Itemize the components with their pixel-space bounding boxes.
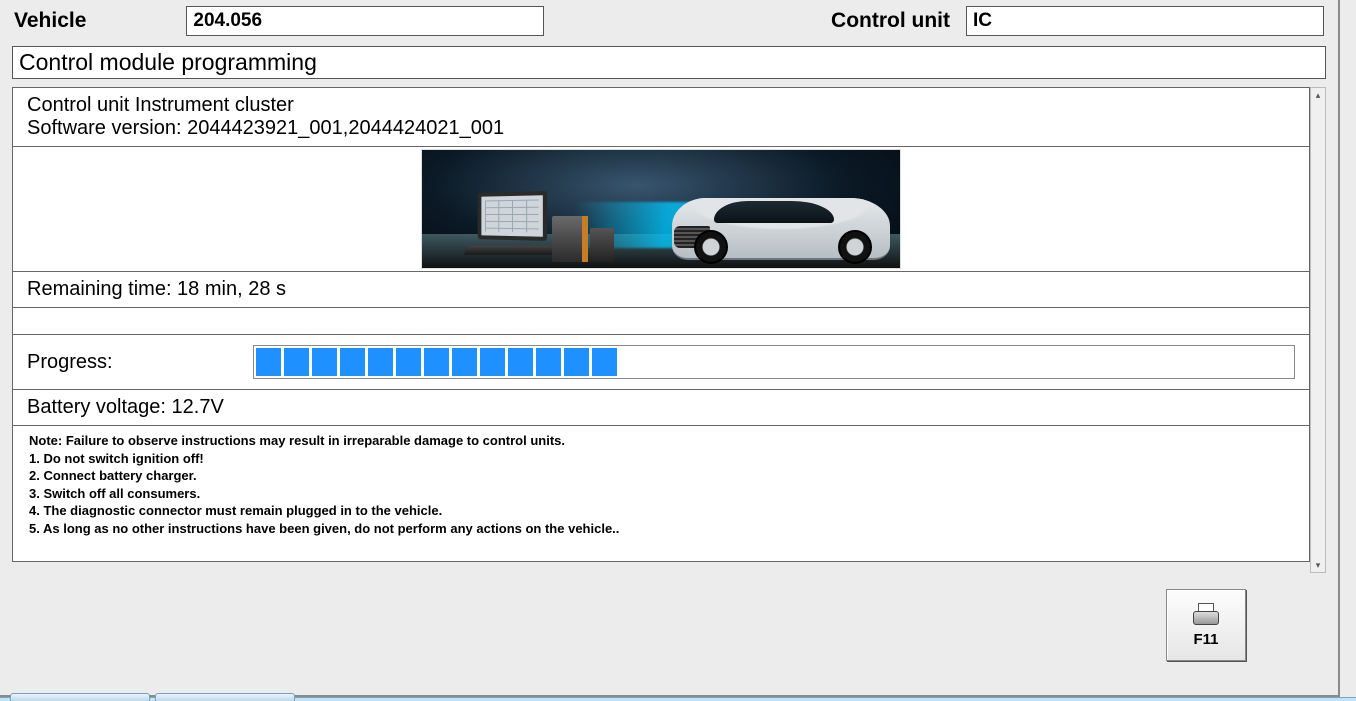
laptop-icon — [466, 192, 556, 258]
progress-segment — [592, 348, 617, 376]
header-row: Vehicle Control unit — [0, 0, 1338, 42]
notes-section: Note: Failure to observe instructions ma… — [12, 425, 1310, 562]
taskbar-tab-1[interactable] — [10, 693, 150, 701]
note-item: 3. Switch off all consumers. — [29, 485, 1293, 503]
car-icon — [672, 198, 890, 260]
progress-segment — [396, 348, 421, 376]
scroll-down-icon[interactable]: ▾ — [1311, 558, 1325, 572]
progress-segment — [368, 348, 393, 376]
scrollbar[interactable]: ▴ ▾ — [1310, 87, 1326, 573]
diagnostic-image — [421, 149, 901, 269]
control-unit-label: Control unit — [831, 9, 950, 33]
notes-list: 1. Do not switch ignition off!2. Connect… — [29, 450, 1293, 538]
note-intro: Failure to observe instructions may resu… — [62, 433, 565, 448]
taskbar-tab-2[interactable] — [155, 693, 295, 701]
vehicle-label: Vehicle — [14, 9, 86, 33]
note-item: 2. Connect battery charger. — [29, 467, 1293, 485]
progress-segment — [312, 348, 337, 376]
note-title: Note: — [29, 433, 62, 448]
vehicle-input[interactable] — [186, 6, 544, 36]
info-line-2: Software version: 2044423921_001,2044424… — [27, 117, 1295, 140]
note-item: 4. The diagnostic connector must remain … — [29, 502, 1293, 520]
progress-segment — [340, 348, 365, 376]
empty-section — [12, 307, 1310, 335]
note-item: 1. Do not switch ignition off! — [29, 450, 1293, 468]
progress-segment — [564, 348, 589, 376]
interface-box2-icon — [590, 228, 614, 262]
progress-segment — [452, 348, 477, 376]
progress-bar — [253, 345, 1295, 379]
control-unit-input[interactable] — [966, 6, 1324, 36]
notes-intro-line: Note: Failure to observe instructions ma… — [29, 432, 1293, 450]
image-section — [12, 146, 1310, 272]
progress-segment — [536, 348, 561, 376]
scroll-up-icon[interactable]: ▴ — [1311, 88, 1325, 102]
app-panel: Vehicle Control unit Control module prog… — [0, 0, 1340, 697]
progress-segment — [480, 348, 505, 376]
info-line-1: Control unit Instrument cluster — [27, 94, 1295, 117]
info-section: Control unit Instrument cluster Software… — [12, 87, 1310, 147]
progress-label: Progress: — [27, 351, 113, 374]
content-area: Control unit Instrument cluster Software… — [12, 87, 1326, 573]
progress-segment — [284, 348, 309, 376]
progress-segment — [508, 348, 533, 376]
note-item: 5. As long as no other instructions have… — [29, 520, 1293, 538]
remaining-time: Remaining time: 18 min, 28 s — [12, 271, 1310, 308]
progress-segment — [256, 348, 281, 376]
function-key-area: F11 — [1166, 589, 1246, 669]
page-title: Control module programming — [12, 46, 1326, 79]
battery-voltage: Battery voltage: 12.7V — [12, 389, 1310, 426]
content-inner: Control unit Instrument cluster Software… — [12, 87, 1310, 573]
progress-section: Progress: — [12, 334, 1310, 390]
printer-icon — [1191, 603, 1221, 627]
f11-label: F11 — [1193, 631, 1218, 648]
progress-segment — [424, 348, 449, 376]
print-button[interactable]: F11 — [1166, 589, 1246, 661]
interface-box-icon — [552, 216, 584, 262]
